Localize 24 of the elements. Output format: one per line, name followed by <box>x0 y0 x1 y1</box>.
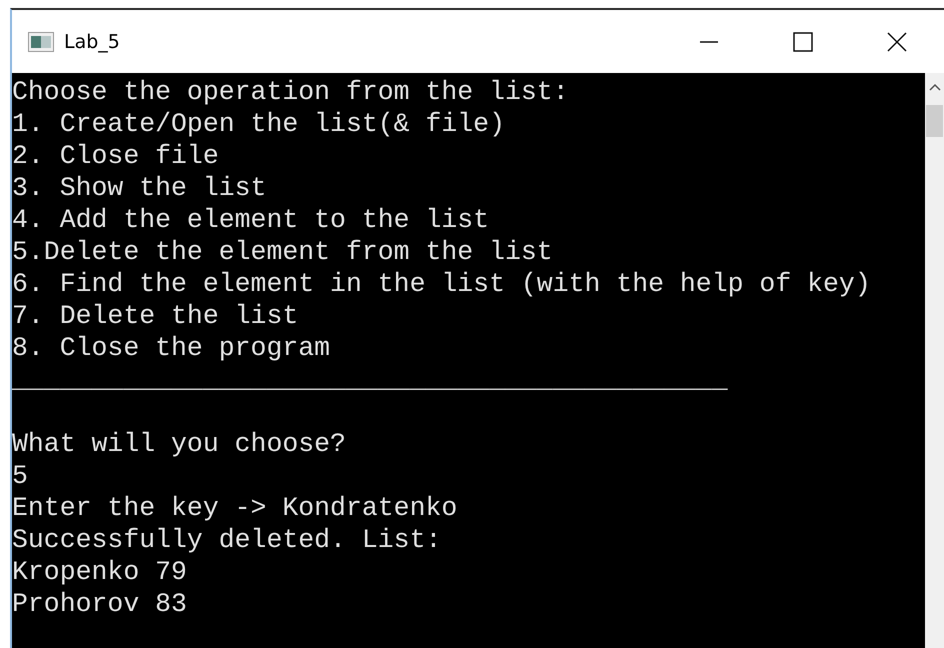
console-line: 6. Find the element in the list (with the help of key) <box>12 268 872 300</box>
console-line: Choose the operation from the list: <box>12 76 570 108</box>
close-icon <box>885 30 909 54</box>
console-line: Prohorov 83 <box>12 588 188 620</box>
separator-line: _____________________________________________ <box>12 364 729 396</box>
console-line: Kropenko 79 <box>12 556 188 588</box>
scroll-up-icon[interactable] <box>928 83 940 91</box>
console-line: 2. Close file <box>12 140 220 172</box>
console-line: Enter the key -> Kondratenko <box>12 492 458 524</box>
console-app-icon <box>28 32 54 52</box>
maximize-icon <box>791 30 815 54</box>
console-line: 3. Show the list <box>12 172 268 204</box>
console-line: Successfully deleted. List: <box>12 524 442 556</box>
minimize-icon <box>700 40 718 42</box>
console-line: 4. Add the element to the list <box>12 204 490 236</box>
scroll-thumb[interactable] <box>926 105 943 137</box>
console-line: 5 <box>12 460 29 492</box>
console-line: What will you choose? <box>12 428 347 460</box>
console-line: 1. Create/Open the list(& file) <box>12 108 506 140</box>
console-line: 7. Delete the list <box>12 300 300 332</box>
scrollbar[interactable] <box>925 73 944 648</box>
console-line: 8. Close the program <box>12 332 332 364</box>
console-line: 5.Delete the element from the list <box>12 236 554 268</box>
window-title: Lab_5 <box>64 30 120 52</box>
